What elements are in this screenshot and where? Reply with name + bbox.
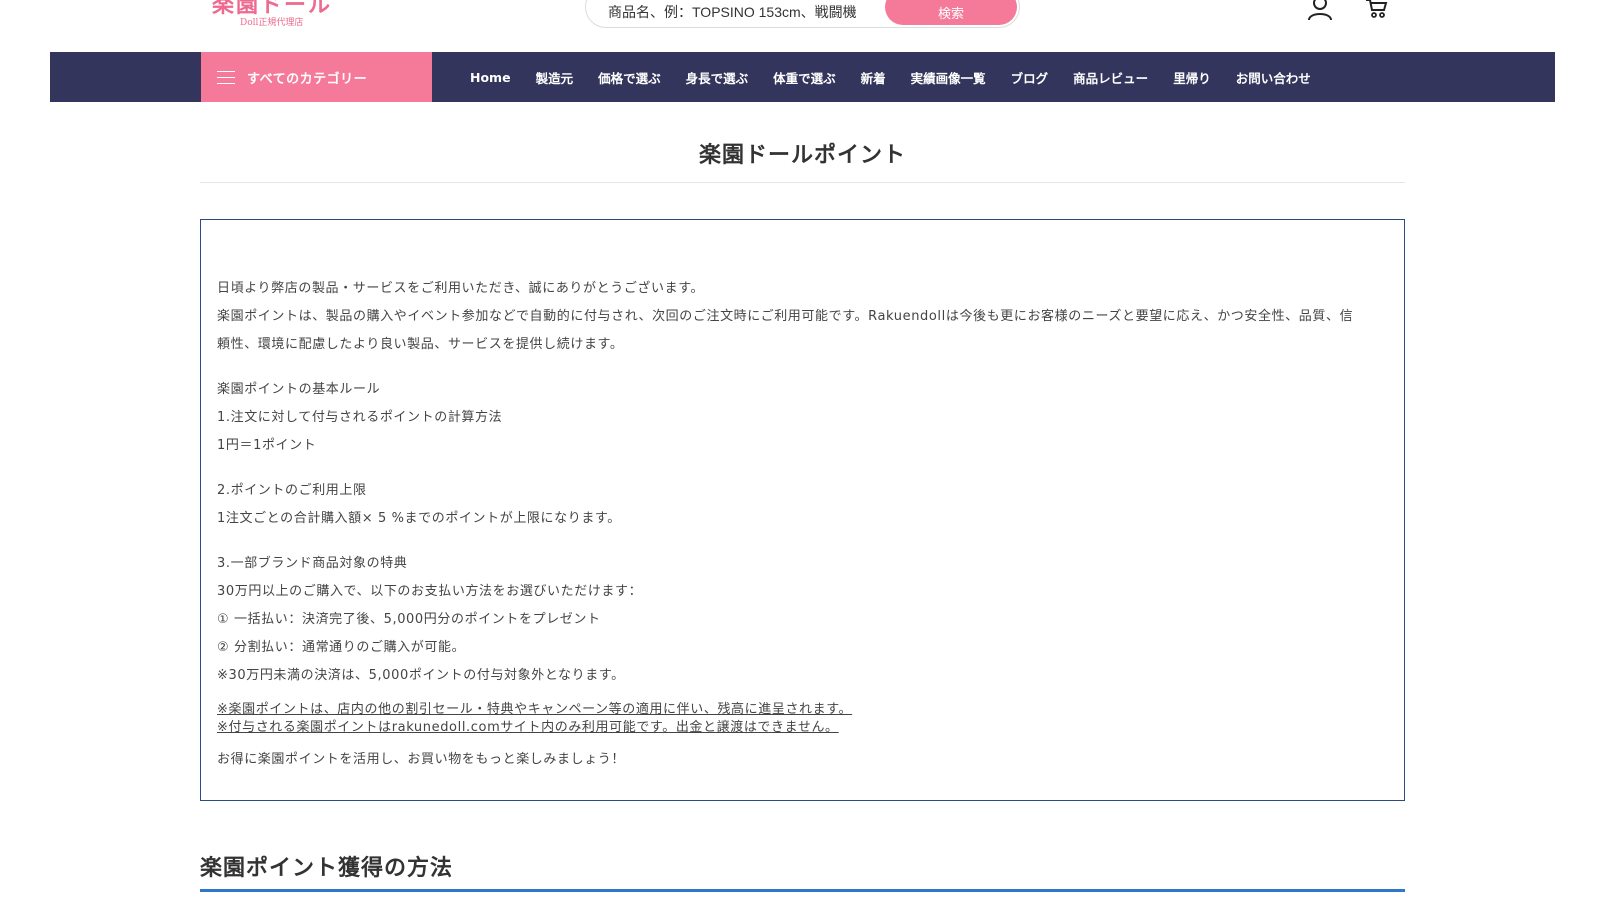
rule1-title: 1.注文に対して付与されるポイントの計算方法 bbox=[217, 410, 503, 425]
user-icon[interactable] bbox=[1306, 0, 1334, 21]
nav-item-manufacturer[interactable]: 製造元 bbox=[536, 68, 574, 87]
rule3-line: ※30万円未満の決済は、5,000ポイントの付与対象外となります。 bbox=[217, 668, 625, 683]
search-bar: 検索 bbox=[585, 0, 1020, 28]
nav-item-gallery[interactable]: 実績画像一覧 bbox=[911, 68, 986, 87]
nav-item-by-price[interactable]: 価格で選ぶ bbox=[598, 68, 661, 87]
rules-heading: 楽園ポイントの基本ルール bbox=[217, 382, 381, 397]
rule1-body: 1円＝1ポイント bbox=[217, 438, 317, 453]
note-line: ※付与される楽園ポイントはrakunedoll.comサイト内のみ利用可能です。… bbox=[217, 720, 839, 735]
hamburger-icon bbox=[217, 70, 235, 84]
nav-item-by-weight[interactable]: 体重で選ぶ bbox=[773, 68, 836, 87]
nav-item-reviews[interactable]: 商品レビュー bbox=[1073, 68, 1148, 87]
site-logo[interactable]: 楽園ドール Doll正規代理店 bbox=[212, 0, 342, 32]
rule3-line: ② 分割払い：通常通りのご購入が可能。 bbox=[217, 640, 466, 655]
main-navbar: すべてのカテゴリー Home 製造元 価格で選ぶ 身長で選ぶ 体重で選ぶ 新着 … bbox=[50, 52, 1555, 102]
notes-block: ※楽園ポイントは、店内の他の割引セール・特典やキャンペーン等の適用に伴い、残高に… bbox=[217, 701, 1388, 737]
nav-item-return[interactable]: 里帰り bbox=[1173, 68, 1211, 87]
nav-item-new[interactable]: 新着 bbox=[861, 68, 886, 87]
cart-icon[interactable] bbox=[1364, 0, 1390, 20]
intro-line: 頼性、環境に配慮したより良い製品、サービスを提供し続けます。 bbox=[217, 337, 624, 352]
nav-item-by-height[interactable]: 身長で選ぶ bbox=[686, 68, 749, 87]
all-categories-button[interactable]: すべてのカテゴリー bbox=[201, 52, 432, 102]
logo-subtext: Doll正規代理店 bbox=[240, 18, 304, 28]
search-input[interactable] bbox=[608, 0, 878, 25]
section-heading: 楽園ポイント獲得の方法 bbox=[200, 856, 454, 881]
title-divider bbox=[200, 182, 1405, 183]
nav-menu: Home 製造元 価格で選ぶ 身長で選ぶ 体重で選ぶ 新着 実績画像一覧 ブログ… bbox=[470, 52, 1336, 102]
nav-item-contact[interactable]: お問い合わせ bbox=[1236, 68, 1311, 87]
search-button[interactable]: 検索 bbox=[885, 0, 1017, 25]
rule3-line: 30万円以上のご購入で、以下のお支払い方法をお選びいただけます： bbox=[217, 584, 643, 599]
section-heading-underline bbox=[200, 889, 1405, 892]
rule2-body: 1注文ごとの合計購入額× 5 %までのポイントが上限になります。 bbox=[217, 511, 621, 526]
rule2-title: 2.ポイントのご利用上限 bbox=[217, 483, 367, 498]
page-title: 楽園ドールポイント bbox=[698, 143, 906, 168]
nav-item-blog[interactable]: ブログ bbox=[1011, 68, 1049, 87]
note-line: ※楽園ポイントは、店内の他の割引セール・特典やキャンペーン等の適用に伴い、残高に… bbox=[217, 702, 853, 717]
rule3-line: ① 一括払い：決済完了後、5,000円分のポイントをプレゼント bbox=[217, 612, 601, 627]
all-categories-label: すべてのカテゴリー bbox=[247, 71, 368, 87]
rule3-title: 3.一部ブランド商品対象の特典 bbox=[217, 556, 408, 571]
points-info-box: 日頃より弊店の製品・サービスをご利用いただき、誠にありがとうございます。 楽園ポ… bbox=[200, 219, 1405, 801]
intro-line: 日頃より弊店の製品・サービスをご利用いただき、誠にありがとうございます。 bbox=[217, 281, 705, 296]
intro-line: 楽園ポイントは、製品の購入やイベント参加などで自動的に付与され、次回のご注文時に… bbox=[217, 309, 1354, 324]
nav-item-home[interactable]: Home bbox=[470, 70, 511, 85]
closing-text: お得に楽園ポイントを活用し、お買い物をもっと楽しみましょう！ bbox=[217, 752, 626, 767]
